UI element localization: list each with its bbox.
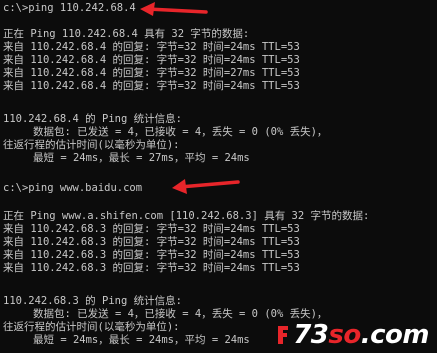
reply-line: 来自 110.242.68.4 的回复: 字节=32 时间=24ms TTL=5… — [3, 41, 300, 53]
reply-line: 来自 110.242.68.4 的回复: 字节=32 时间=24ms TTL=5… — [3, 54, 300, 66]
red-arrow-icon — [172, 179, 240, 194]
command-line: c:\>ping www.baidu.com — [3, 182, 143, 194]
reply-line: 来自 110.242.68.3 的回复: 字节=32 时间=24ms TTL=5… — [3, 223, 300, 235]
rtt-title: 往返行程的估计时间(以毫秒为单位): — [3, 139, 180, 151]
reply-line: 来自 110.242.68.4 的回复: 字节=32 时间=24ms TTL=5… — [3, 80, 300, 92]
red-arrow-icon — [140, 2, 208, 16]
reply-line: 来自 110.242.68.3 的回复: 字节=32 时间=24ms TTL=5… — [3, 262, 300, 274]
rtt-stats: 最短 = 24ms，最长 = 27ms，平均 = 24ms — [33, 152, 250, 164]
rtt-stats: 最短 = 24ms，最长 = 24ms，平均 = 24ms — [33, 334, 250, 346]
reply-line: 来自 110.242.68.4 的回复: 字节=32 时间=27ms TTL=5… — [3, 67, 300, 79]
reply-line: 来自 110.242.68.3 的回复: 字节=32 时间=24ms TTL=5… — [3, 249, 300, 261]
rtt-title: 往返行程的估计时间(以毫秒为单位): — [3, 321, 180, 333]
ping-header: 正在 Ping 110.242.68.4 具有 32 字节的数据: — [3, 28, 250, 40]
terminal-window[interactable]: c:\>ping 110.242.68.4 正在 Ping 110.242.68… — [0, 0, 437, 353]
watermark-text: 73so.com — [293, 320, 429, 350]
stats-title: 110.242.68.3 的 Ping 统计信息: — [3, 295, 182, 307]
site-logo-icon — [278, 326, 289, 344]
command-line: c:\>ping 110.242.68.4 — [3, 2, 136, 14]
reply-line: 来自 110.242.68.3 的回复: 字节=32 时间=24ms TTL=5… — [3, 236, 300, 248]
packets-stats: 数据包: 已发送 = 4，已接收 = 4，丢失 = 0 (0% 丢失)， — [33, 126, 328, 138]
stats-title: 110.242.68.4 的 Ping 统计信息: — [3, 113, 182, 125]
packets-stats: 数据包: 已发送 = 4，已接收 = 4，丢失 = 0 (0% 丢失)， — [33, 308, 328, 320]
watermark-logo: 73so.com — [275, 320, 430, 350]
ping-header: 正在 Ping www.a.shifen.com [110.242.68.3] … — [3, 210, 370, 222]
